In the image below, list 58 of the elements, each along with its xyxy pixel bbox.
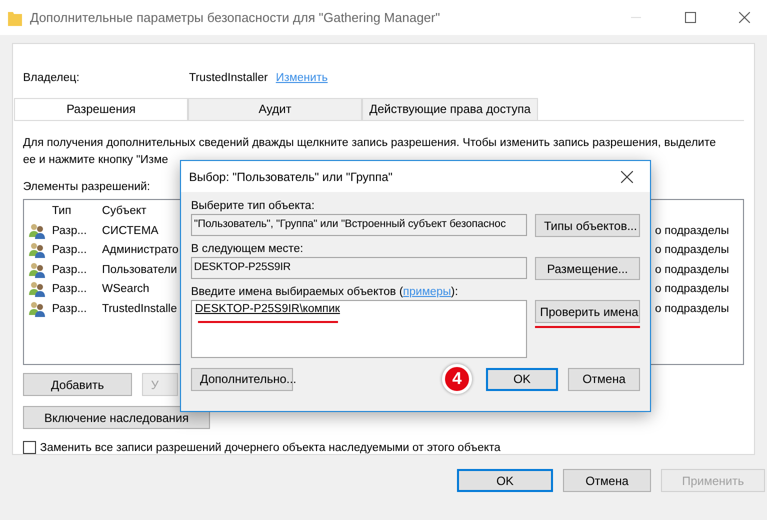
checkbox[interactable] <box>23 441 36 454</box>
step-badge: 4 <box>442 364 472 394</box>
table-cell-text: Разр... <box>52 283 88 296</box>
tab[interactable]: Действующие права доступа <box>362 98 538 120</box>
table-cell: о подразделы <box>654 302 729 315</box>
tab[interactable]: Аудит <box>188 98 362 120</box>
table-cell: о подразделы <box>654 264 729 276</box>
table-cell-text: Администрато <box>102 244 180 256</box>
users-icon <box>28 242 46 258</box>
owner-value: TrustedInstaller <box>189 72 268 84</box>
footer-button[interactable]: Отмена <box>563 469 651 492</box>
table-cell: о подразделы <box>654 224 729 237</box>
locations-button[interactable]: Размещение... <box>535 257 640 280</box>
enable-inheritance-button[interactable]: Включение наследования <box>23 406 210 429</box>
permissions-label: Элементы разрешений: <box>23 180 152 193</box>
users-icon <box>28 262 46 278</box>
names-label: Введите имена выбираемых объектов ( <box>191 286 404 298</box>
names-value: DESKTOP-P25S9IR\компик <box>195 303 340 315</box>
close-icon <box>738 12 750 23</box>
object-type-field: "Пользователь", "Группа" или "Встроенный субъект безопаснос <box>191 214 527 236</box>
table-cell-text: TrustedInstalle <box>102 302 178 315</box>
object-types-button[interactable]: Типы объектов... <box>535 214 640 237</box>
table-cell-text: Разр... <box>52 302 88 315</box>
description-text: ее и нажмите кнопку "Изме <box>23 152 170 168</box>
users-icon <box>28 281 46 298</box>
folder-icon <box>8 10 22 26</box>
description-text: Для получения дополнительных сведений дважды щелкните запись разрешения. Чтобы изменить запись разрешения, выделите <box>23 136 717 151</box>
entry-button[interactable]: Добавить <box>23 373 132 396</box>
owner-label: Владелец: <box>23 72 80 84</box>
maximize-icon <box>684 12 696 23</box>
table-cell: о подразделы <box>654 283 729 296</box>
dialog-button[interactable]: OK <box>486 368 558 390</box>
checkbox-label: Заменить все записи разрешений дочернего объекта наследуемыми от этого объекта <box>40 442 501 454</box>
table-cell-text: Пользователи <box>102 264 178 276</box>
window-title: Дополнительные параметры безопасности для "Gathering Manager" <box>30 10 441 25</box>
table-cell: о подразделы <box>654 244 729 256</box>
names-input-field[interactable]: DESKTOP-P25S9IR\компик <box>191 300 527 358</box>
dialog-title: Выбор: "Пользователь" или "Группа" <box>189 170 394 184</box>
names-label-end: ): <box>451 286 458 298</box>
advanced-button[interactable]: Дополнительно... <box>191 368 293 390</box>
minimize-icon <box>631 16 641 18</box>
table-cell-text: Разр... <box>52 224 88 237</box>
object-type-label: Выберите тип объекта: <box>191 200 316 212</box>
column-header[interactable]: Субъект <box>102 205 182 218</box>
table-cell-text: СИСТЕМА <box>102 224 160 237</box>
table-cell-text: WSearch <box>102 283 150 296</box>
table-cell-text: Разр... <box>52 244 88 256</box>
table-cell-text: Разр... <box>52 264 88 276</box>
check-names-button[interactable]: Проверить имена <box>535 300 640 323</box>
footer-button[interactable]: OK <box>457 469 553 492</box>
users-icon <box>28 300 46 317</box>
close-icon <box>621 170 633 182</box>
location-field: DESKTOP-P25S9IR <box>191 257 527 279</box>
location-label: В следующем месте: <box>191 243 304 255</box>
column-header[interactable]: Тип <box>52 205 102 218</box>
dialog-button[interactable]: Отмена <box>568 368 640 390</box>
users-icon <box>28 222 46 239</box>
tab[interactable]: Разрешения <box>14 98 188 120</box>
